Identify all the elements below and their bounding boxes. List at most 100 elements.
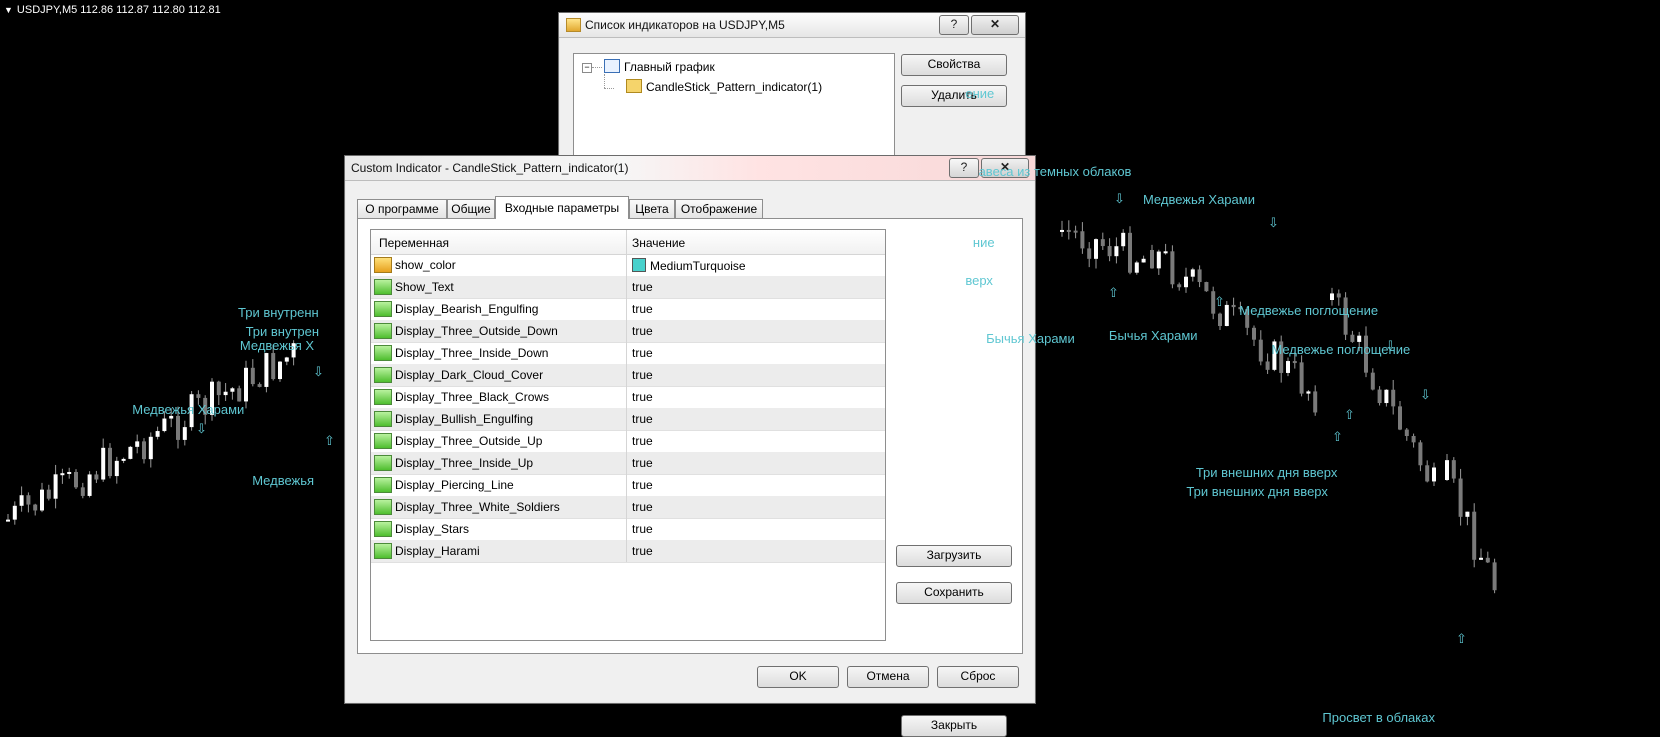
ok-button[interactable]: OK xyxy=(757,666,839,688)
table-row[interactable]: Display_Stars true xyxy=(371,518,885,541)
param-value[interactable]: true xyxy=(632,522,653,536)
param-value[interactable]: true xyxy=(632,412,653,426)
close-icon[interactable]: ✕ xyxy=(971,15,1019,35)
param-value-text: true xyxy=(632,302,653,316)
candle-body xyxy=(1218,313,1222,327)
column-header-value[interactable]: Значение xyxy=(632,236,685,250)
table-row[interactable]: Display_Three_Outside_Up true xyxy=(371,430,885,453)
cancel-button[interactable]: Отмена xyxy=(847,666,929,688)
tree-collapse-icon[interactable]: − xyxy=(582,63,592,73)
pattern-label: Медвежья Харами xyxy=(1142,191,1255,207)
candle-body xyxy=(176,415,180,440)
tab-about[interactable]: О программе xyxy=(357,199,447,218)
candle-body xyxy=(101,447,106,480)
properties-button[interactable]: Свойства xyxy=(901,54,1007,76)
candle-body xyxy=(148,436,153,460)
help-button[interactable]: ? xyxy=(939,15,969,35)
custom-indicator-titlebar[interactable]: Custom Indicator - CandleStick_Pattern_i… xyxy=(345,156,1035,181)
table-row[interactable]: Display_Three_Outside_Down true xyxy=(371,320,885,343)
param-value[interactable]: true xyxy=(632,346,653,360)
param-name: Display_Three_Outside_Down xyxy=(395,324,558,338)
tree-item-indicator[interactable]: CandleStick_Pattern_indicator(1) xyxy=(626,79,822,94)
param-value[interactable]: MediumTurquoise xyxy=(632,258,746,273)
color-param-icon xyxy=(374,257,392,273)
param-icon xyxy=(374,389,392,405)
candle-body xyxy=(271,353,276,380)
pattern-label: Просвет в облаках xyxy=(1322,709,1435,725)
candle-body xyxy=(1445,460,1449,480)
candle-body xyxy=(1141,258,1146,263)
candle-body xyxy=(40,489,44,511)
param-value[interactable]: true xyxy=(632,390,653,404)
tree-item-label: Главный график xyxy=(624,60,715,74)
param-value[interactable]: true xyxy=(632,324,653,338)
param-icon xyxy=(374,323,392,339)
param-value[interactable]: true xyxy=(632,434,653,448)
table-row[interactable]: Display_Piercing_Line true xyxy=(371,474,885,497)
candle-body xyxy=(162,418,167,432)
table-row[interactable]: show_color MediumTurquoise xyxy=(371,254,885,277)
tree-item-main-chart[interactable]: Главный график xyxy=(604,59,715,74)
arrow-down-icon: ⇩ xyxy=(1114,190,1125,206)
candle-body xyxy=(19,495,24,506)
tab-colors[interactable]: Цвета xyxy=(629,199,675,218)
table-row[interactable]: Display_Bullish_Engulfing true xyxy=(371,408,885,431)
param-name: Display_Dark_Cloud_Cover xyxy=(395,368,544,382)
param-value[interactable]: true xyxy=(632,302,653,316)
param-value[interactable]: true xyxy=(632,478,653,492)
load-button[interactable]: Загрузить xyxy=(896,545,1012,567)
cell-separator xyxy=(626,276,627,298)
table-row[interactable]: Display_Three_White_Soldiers true xyxy=(371,496,885,519)
save-button[interactable]: Сохранить xyxy=(896,582,1012,604)
candle-body xyxy=(1418,442,1423,466)
candle-body xyxy=(1398,406,1402,430)
candle-body xyxy=(1066,229,1071,232)
param-value[interactable]: true xyxy=(632,456,653,470)
reset-button[interactable]: Сброс xyxy=(937,666,1019,688)
table-row[interactable]: Display_Three_Black_Crows true xyxy=(371,386,885,409)
candle-body xyxy=(26,495,31,505)
param-value[interactable]: true xyxy=(632,500,653,514)
chart-menu-arrow-icon[interactable]: ▼ xyxy=(4,5,13,15)
param-value[interactable]: true xyxy=(632,368,653,382)
candle-body xyxy=(1472,511,1477,560)
column-header-variable[interactable]: Переменная xyxy=(379,236,449,250)
table-row[interactable]: Display_Three_Inside_Up true xyxy=(371,452,885,475)
candle-body xyxy=(1163,251,1168,254)
arrow-up-icon: ⇧ xyxy=(1344,406,1355,422)
candle-body xyxy=(67,471,72,474)
pattern-label: Три внешних дня вверх xyxy=(1186,484,1328,500)
table-row[interactable]: Display_Bearish_Engulfing true xyxy=(371,298,885,321)
table-row[interactable]: Display_Three_Inside_Down true xyxy=(371,342,885,365)
column-separator[interactable] xyxy=(626,230,627,254)
param-value[interactable]: true xyxy=(632,544,653,558)
table-row[interactable]: Display_Harami true xyxy=(371,540,885,563)
tab-common[interactable]: Общие xyxy=(447,199,495,218)
candle-body xyxy=(1170,251,1175,285)
param-name: Display_Piercing_Line xyxy=(395,478,514,492)
candle-body xyxy=(6,519,10,522)
candle-body xyxy=(1128,232,1132,273)
candle-body xyxy=(1336,293,1341,298)
param-name: Display_Three_Inside_Up xyxy=(395,456,534,470)
indicator-list-titlebar[interactable]: Список индикаторов на USDJPY,M5 ? ✕ xyxy=(559,13,1025,38)
tab-inputs[interactable]: Входные параметры xyxy=(495,196,629,219)
candle-body xyxy=(1292,361,1297,364)
candle-body xyxy=(284,357,289,362)
close-button[interactable]: Закрыть xyxy=(901,715,1007,737)
parameters-grid[interactable]: Переменная Значение show_color MediumTurq… xyxy=(370,229,886,641)
help-button[interactable]: ? xyxy=(949,158,979,178)
table-row[interactable]: Show_Text true xyxy=(371,276,885,299)
candle-body xyxy=(1458,478,1463,517)
candle-body xyxy=(1313,391,1318,413)
table-row[interactable]: Display_Dark_Cloud_Cover true xyxy=(371,364,885,387)
candle-body xyxy=(1485,557,1490,563)
candle-body xyxy=(196,394,201,398)
param-value-text: true xyxy=(632,346,653,360)
param-value-text: true xyxy=(632,522,653,536)
pattern-label: Три внутренн xyxy=(238,304,319,320)
param-value[interactable]: true xyxy=(632,280,653,294)
cell-separator xyxy=(626,474,627,496)
tab-visualization[interactable]: Отображение xyxy=(675,199,763,218)
custom-indicator-dialog: Custom Indicator - CandleStick_Pattern_i… xyxy=(344,155,1036,704)
